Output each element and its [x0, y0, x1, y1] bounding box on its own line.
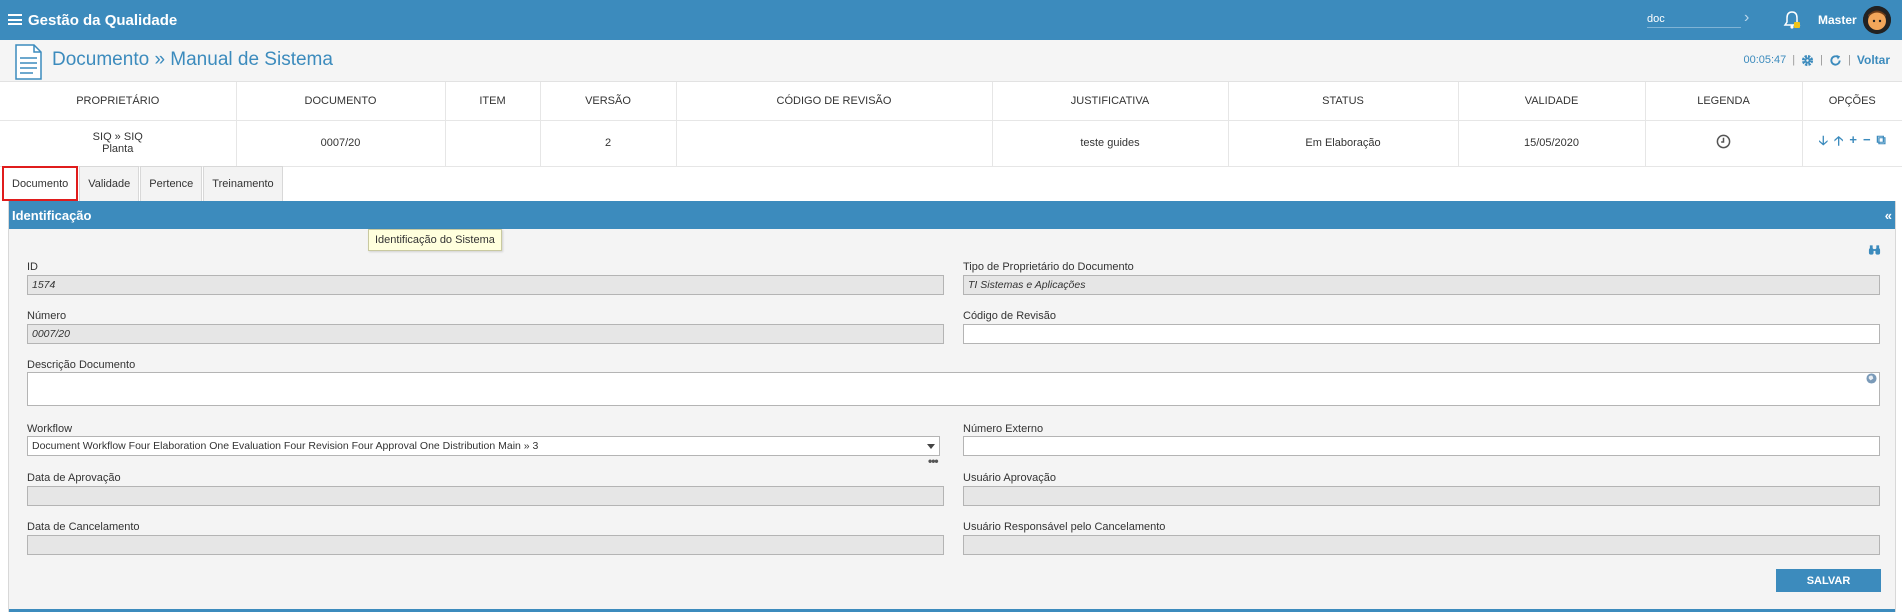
refresh-icon[interactable] — [1829, 54, 1842, 67]
bell-icon[interactable] — [1783, 10, 1801, 30]
column-header[interactable]: OPÇÕES — [1801, 82, 1902, 121]
column-header[interactable]: ITEM — [444, 82, 540, 121]
approval-date-label: Data de Aprovação — [27, 472, 121, 484]
tab-treinamento[interactable]: Treinamento — [203, 166, 283, 201]
status-cell: Em Elaboração — [1227, 120, 1458, 167]
tab-documento[interactable]: Documento — [2, 166, 79, 201]
number-field — [27, 324, 944, 344]
back-link[interactable]: Voltar — [1857, 53, 1890, 67]
save-button[interactable]: SALVAR — [1776, 569, 1881, 592]
description-label: Descrição Documento — [27, 359, 136, 371]
clock-icon — [1716, 134, 1731, 149]
panel-header[interactable]: Identificação « — [9, 201, 1895, 229]
chevron-down-icon — [927, 444, 935, 449]
owner-cell: SIQ » SIQ Planta — [0, 120, 236, 167]
column-header[interactable]: DOCUMENTO — [235, 82, 445, 121]
column-header[interactable]: STATUS — [1227, 82, 1458, 121]
tab-pertence[interactable]: Pertence — [140, 166, 203, 201]
column-header[interactable]: CÓDIGO DE REVISÃO — [675, 82, 992, 121]
hamburger-menu-icon[interactable] — [8, 14, 22, 25]
arrow-up-icon[interactable]: 🡡 — [1834, 132, 1843, 154]
separator: | — [1848, 54, 1851, 66]
owner-path: SIQ » SIQ — [92, 131, 143, 143]
cancel-user-label: Usuário Responsável pelo Cancelamento — [963, 521, 1166, 533]
external-number-input[interactable] — [963, 436, 1880, 456]
id-label: ID — [27, 261, 38, 273]
column-header[interactable]: VALIDADE — [1457, 82, 1645, 121]
gear-icon[interactable] — [1801, 54, 1814, 67]
collapse-icon[interactable]: « — [1885, 208, 1892, 223]
external-number-label: Número Externo — [963, 423, 1044, 435]
owner-unit: Planta — [102, 143, 134, 155]
row-options: 🡣 🡡 + − ⧉ — [1803, 132, 1902, 154]
approval-user-field — [963, 486, 1880, 506]
workflow-label: Workflow — [27, 423, 73, 435]
tab-bar: Documento Validade Pertence Treinamento — [0, 166, 284, 202]
header-actions: 00:05:47 | | | Voltar — [1743, 53, 1890, 67]
validity-cell: 15/05/2020 — [1457, 120, 1645, 167]
table-row[interactable]: SIQ » SIQ Planta 0007/20 2 teste guides … — [0, 120, 1902, 167]
id-field — [27, 275, 944, 295]
number-label: Número — [27, 310, 67, 322]
column-header[interactable]: VERSÃO — [539, 82, 676, 121]
app-title: Gestão da Qualidade — [28, 12, 178, 29]
binoculars-icon[interactable] — [1868, 244, 1881, 256]
more-options-icon[interactable]: ••• — [928, 455, 939, 467]
version-cell: 2 — [539, 120, 676, 167]
arrow-down-icon[interactable]: 🡣 — [1819, 132, 1828, 154]
description-textarea[interactable] — [27, 372, 1880, 406]
cancel-user-field — [963, 535, 1880, 555]
column-header[interactable]: LEGENDA — [1644, 82, 1802, 121]
avatar[interactable] — [1863, 6, 1891, 34]
separator: | — [1792, 54, 1796, 66]
minus-icon[interactable]: − — [1863, 132, 1871, 154]
column-header[interactable]: PROPRIETÁRIO — [0, 82, 236, 121]
top-bar: Gestão da Qualidade › Master — [0, 0, 1902, 40]
document-icon — [15, 44, 42, 80]
document-summary-table: PROPRIETÁRIO DOCUMENTO ITEM VERSÃO CÓDIG… — [0, 82, 1902, 167]
tooltip: Identificação do Sistema — [368, 229, 502, 251]
document-cell: 0007/20 — [235, 120, 445, 167]
justification-cell: teste guides — [991, 120, 1228, 167]
page-title: Documento » Manual de Sistema — [52, 49, 333, 70]
options-cell: 🡣 🡡 + − ⧉ — [1801, 120, 1902, 167]
workflow-select[interactable]: Document Workflow Four Elaboration One E… — [27, 436, 940, 456]
table-header-row: PROPRIETÁRIO DOCUMENTO ITEM VERSÃO CÓDIG… — [0, 82, 1902, 121]
approval-date-field — [27, 486, 944, 506]
chevron-right-icon[interactable]: › — [1744, 9, 1749, 27]
legend-cell — [1644, 120, 1802, 167]
revision-code-input[interactable] — [963, 324, 1880, 344]
owner-type-field — [963, 275, 1880, 295]
revision-code-label: Código de Revisão — [963, 310, 1056, 322]
page-header: Documento » Manual de Sistema 00:05:47 |… — [0, 40, 1902, 82]
cancel-date-label: Data de Cancelamento — [27, 521, 140, 533]
approval-user-label: Usuário Aprovação — [963, 472, 1056, 484]
owner-type-label: Tipo de Proprietário do Documento — [963, 261, 1134, 273]
session-timer: 00:05:47 — [1743, 54, 1787, 66]
item-cell — [444, 120, 540, 167]
search-input[interactable] — [1647, 10, 1741, 28]
user-name[interactable]: Master — [1818, 13, 1857, 27]
copy-icon[interactable]: ⧉ — [1877, 132, 1886, 154]
cancel-date-field — [27, 535, 944, 555]
revision-code-cell — [675, 120, 992, 167]
globe-icon[interactable] — [1866, 373, 1877, 384]
plus-icon[interactable]: + — [1849, 132, 1857, 154]
panel-title: Identificação — [12, 208, 92, 223]
separator: | — [1820, 54, 1824, 66]
tab-validade[interactable]: Validade — [79, 166, 140, 201]
column-header[interactable]: JUSTIFICATIVA — [991, 82, 1228, 121]
workflow-selected-value: Document Workflow Four Elaboration One E… — [32, 440, 539, 452]
